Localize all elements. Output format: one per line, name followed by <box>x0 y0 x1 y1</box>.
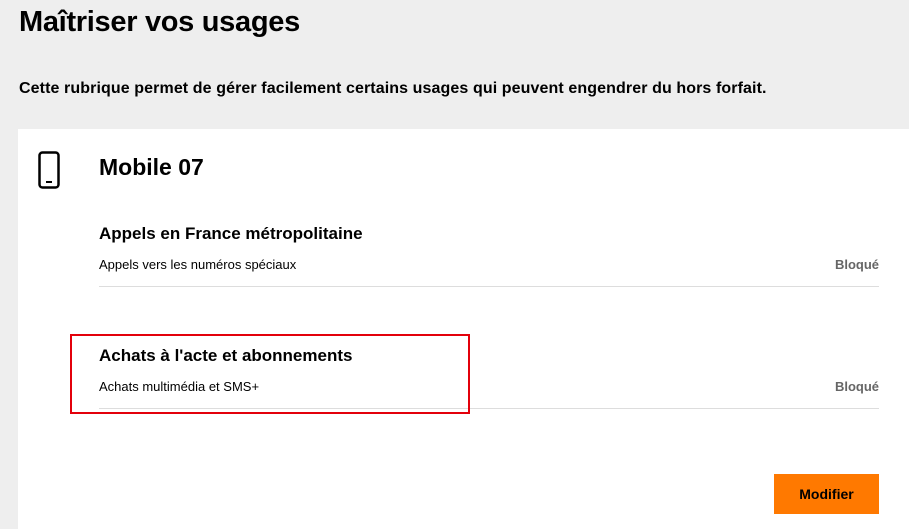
line-name: Mobile 07 <box>99 154 204 180</box>
usage-section-calls: Appels en France métropolitaine Appels v… <box>99 224 879 287</box>
status-badge: Bloqué <box>834 379 879 394</box>
usage-card: Mobile 07 Appels en France métropolitain… <box>18 129 909 529</box>
usage-label: Achats multimédia et SMS+ <box>99 379 260 394</box>
usage-label: Appels vers les numéros spéciaux <box>99 257 297 272</box>
usage-section-purchases: Achats à l'acte et abonnements Achats mu… <box>99 346 879 409</box>
section-title: Appels en France métropolitaine <box>99 224 363 243</box>
page-title: Maîtriser vos usages <box>19 6 300 38</box>
page: Maîtriser vos usages Cette rubrique perm… <box>0 0 909 529</box>
page-intro: Cette rubrique permet de gérer facilemen… <box>19 80 767 97</box>
mobile-phone-icon <box>38 151 60 189</box>
modify-button[interactable]: Modifier <box>774 474 879 514</box>
section-title: Achats à l'acte et abonnements <box>99 346 353 365</box>
status-badge: Bloqué <box>834 257 879 272</box>
